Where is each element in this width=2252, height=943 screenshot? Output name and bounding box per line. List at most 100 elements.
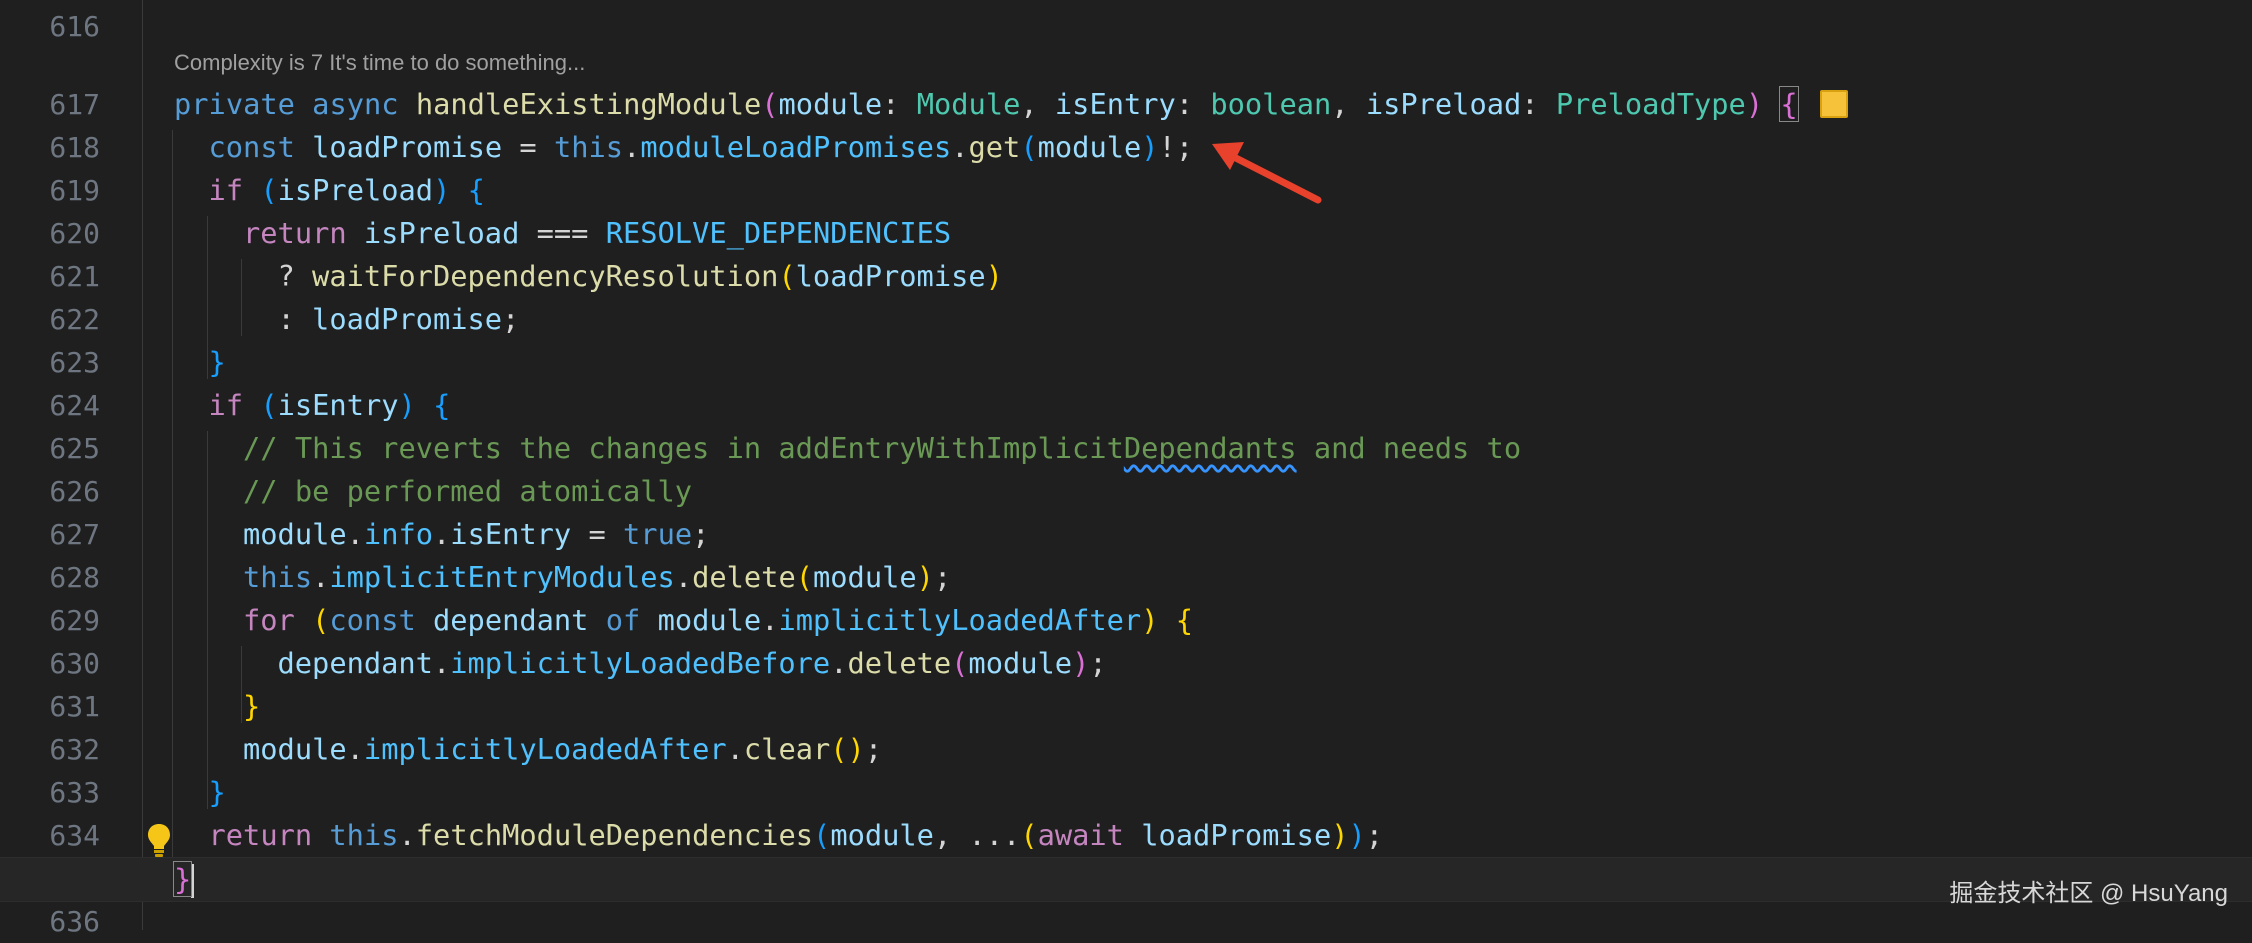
code-token: ;	[1366, 818, 1383, 852]
code-token: (	[1020, 130, 1037, 164]
code-token: (	[260, 388, 277, 422]
line-number: 633	[0, 771, 100, 814]
code-token: isPreload	[1366, 87, 1521, 121]
code-editor[interactable]: 6166176186196206216226236246256266276286…	[0, 0, 2252, 930]
code-line[interactable]	[174, 5, 2252, 48]
line-number: 624	[0, 384, 100, 427]
code-token: }	[243, 689, 260, 723]
code-token: dependant	[433, 603, 588, 637]
code-line[interactable]: return this.fetchModuleDependencies(modu…	[209, 814, 2252, 857]
code-token: (	[1020, 818, 1037, 852]
code-token: get	[969, 130, 1021, 164]
code-line[interactable]: }	[243, 685, 2252, 728]
code-token: )	[1141, 130, 1158, 164]
code-token: .	[347, 517, 364, 551]
code-token: :	[882, 87, 917, 121]
code-token: loadPromise	[1141, 818, 1331, 852]
code-token: {	[1780, 87, 1797, 121]
code-token: {	[1176, 603, 1193, 637]
line-number: 636	[0, 900, 100, 943]
code-token: .	[433, 517, 450, 551]
code-token: (	[778, 259, 795, 293]
code-line[interactable]: ? waitForDependencyResolution(loadPromis…	[278, 255, 2252, 298]
code-token: delete	[848, 646, 952, 680]
code-line[interactable]: // This reverts the changes in addEntryW…	[243, 427, 2252, 470]
code-token: module	[968, 646, 1072, 680]
code-token: :	[1521, 87, 1556, 121]
lightbulb-icon[interactable]	[146, 822, 172, 858]
code-token: ;	[502, 302, 519, 336]
code-token: return	[209, 818, 330, 852]
code-token: =	[502, 130, 554, 164]
code-token: this	[554, 130, 623, 164]
code-token: )	[1141, 603, 1158, 637]
line-number: 616	[0, 5, 100, 48]
indent-guide	[207, 431, 208, 809]
code-token: .	[951, 130, 968, 164]
watermark: 掘金技术社区 @ HsuYang	[1949, 873, 2228, 908]
code-line[interactable]: }	[0, 857, 2252, 902]
code-token: ;	[1089, 646, 1106, 680]
code-token: module	[779, 87, 883, 121]
line-number: 628	[0, 556, 100, 599]
code-line[interactable]: : loadPromise;	[278, 298, 2252, 341]
indent-guide	[207, 216, 208, 379]
code-token: return	[243, 216, 364, 250]
code-token: )	[1331, 818, 1348, 852]
code-line[interactable]: for (const dependant of module.implicitl…	[243, 599, 2252, 642]
code-token: {	[468, 173, 485, 207]
line-number: 632	[0, 728, 100, 771]
code-token	[1763, 87, 1780, 121]
code-line[interactable]: module.info.isEntry = true;	[243, 513, 2252, 556]
code-line[interactable]: private async handleExistingModule(modul…	[174, 83, 2252, 126]
code-token: loadPromise	[312, 302, 502, 336]
code-token: .	[727, 732, 744, 766]
code-token: dependant	[278, 646, 433, 680]
line-number: 620	[0, 212, 100, 255]
code-token: and needs to	[1297, 431, 1522, 465]
code-token: (	[761, 87, 778, 121]
indent-guide	[241, 646, 242, 723]
code-token	[416, 388, 433, 422]
code-token: // This reverts the changes in addEntryW…	[243, 431, 1124, 465]
code-token: module	[813, 560, 917, 594]
code-token: )	[986, 259, 1003, 293]
line-number: 626	[0, 470, 100, 513]
code-token: PreloadType	[1556, 87, 1746, 121]
code-line[interactable]: dependant.implicitlyLoadedBefore.delete(…	[278, 642, 2252, 685]
line-number: 627	[0, 513, 100, 556]
code-token: {	[433, 388, 450, 422]
codelens-complexity[interactable]: Complexity is 7 It's time to do somethin…	[174, 50, 585, 76]
code-token: handleExistingModule	[416, 87, 761, 121]
code-token: module	[830, 818, 934, 852]
code-token: ?	[278, 259, 313, 293]
code-line[interactable]: }	[209, 771, 2252, 814]
text-cursor	[191, 864, 194, 898]
code-token: module	[243, 517, 347, 551]
code-token: ,	[1020, 87, 1055, 121]
code-token: ===	[519, 216, 605, 250]
code-line[interactable]: return isPreload === RESOLVE_DEPENDENCIE…	[243, 212, 2252, 255]
code-token: (	[813, 818, 830, 852]
line-number: 619	[0, 169, 100, 212]
code-line[interactable]: module.implicitlyLoadedAfter.clear();	[243, 728, 2252, 771]
code-token: if	[209, 388, 261, 422]
code-token: implicitEntryModules	[329, 560, 674, 594]
code-line[interactable]: this.implicitEntryModules.delete(module)…	[243, 556, 2252, 599]
code-token: .	[312, 560, 329, 594]
code-token: :	[1176, 87, 1211, 121]
code-token: .	[623, 130, 640, 164]
code-token: )	[399, 388, 416, 422]
code-line[interactable]: // be performed atomically	[243, 470, 2252, 513]
code-line[interactable]: }	[209, 341, 2252, 384]
code-token: implicitlyLoadedAfter	[778, 603, 1141, 637]
code-token: waitForDependencyResolution	[312, 259, 778, 293]
code-line[interactable]: if (isEntry) {	[209, 384, 2252, 427]
code-token: )	[917, 560, 934, 594]
code-token: }	[174, 862, 191, 896]
code-line[interactable]	[174, 900, 2252, 943]
line-number: 622	[0, 298, 100, 341]
code-token: module	[243, 732, 347, 766]
color-swatch[interactable]	[1820, 90, 1848, 118]
code-token: .	[761, 603, 778, 637]
